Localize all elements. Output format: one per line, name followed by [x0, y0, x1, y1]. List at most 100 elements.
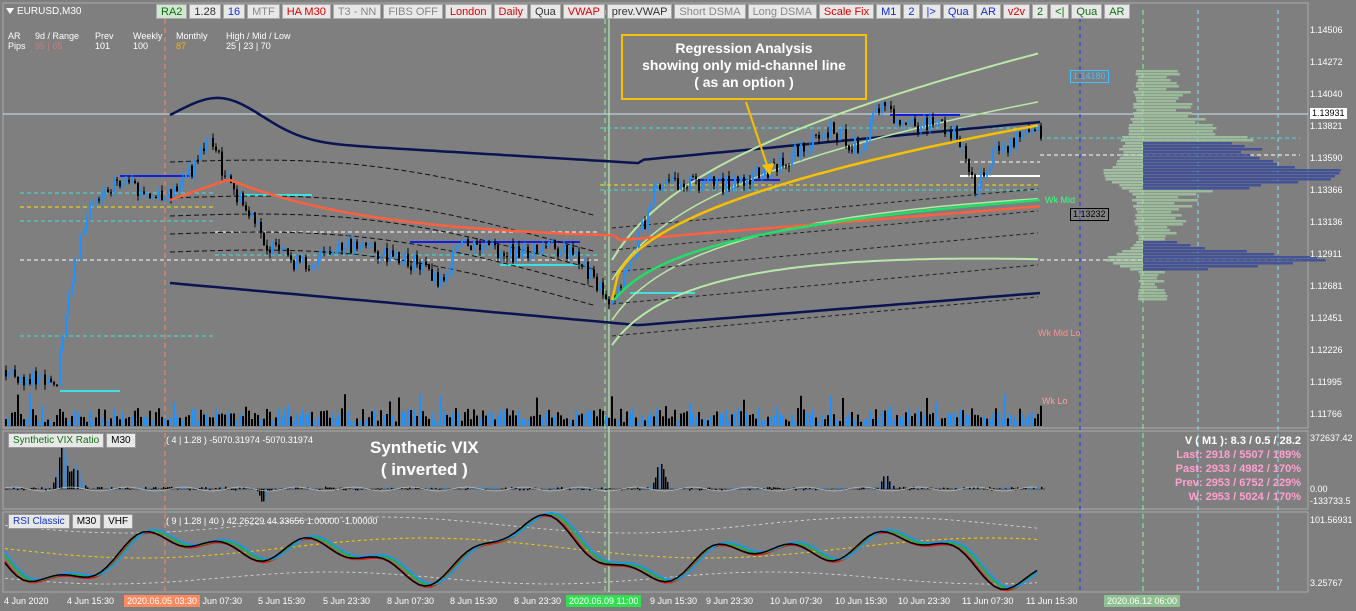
volume-bar — [644, 420, 646, 426]
vix-bar — [71, 471, 73, 489]
candle-body — [395, 252, 397, 257]
toolbar-button-3[interactable]: MTF — [247, 4, 280, 19]
profile-bar — [1143, 70, 1178, 73]
volume-bar — [272, 421, 274, 426]
profile-bar — [1143, 280, 1165, 283]
toolbar-button-2[interactable]: 16 — [222, 4, 246, 19]
volume-bar — [311, 411, 313, 426]
volume-bar — [839, 421, 841, 426]
toolbar-button-1[interactable]: 1.28 — [189, 4, 221, 19]
profile-bar-left — [1116, 253, 1143, 256]
toolbar-button-21[interactable]: 2 — [1032, 4, 1049, 19]
toolbar-button-13[interactable]: Long DSMA — [747, 4, 817, 19]
toolbar-button-7[interactable]: London — [444, 4, 492, 19]
toolbar-button-10[interactable]: VWAP — [562, 4, 605, 19]
candle-body — [80, 234, 82, 259]
candle-body — [722, 177, 724, 193]
volume-bar — [1004, 393, 1006, 426]
vix-bar — [863, 487, 865, 489]
toolbar-button-18[interactable]: Qua — [942, 4, 974, 19]
toolbar-button-0[interactable]: RA2 — [156, 4, 188, 19]
vix-bar — [87, 487, 89, 489]
toolbar-button-11[interactable]: prev.VWAP — [606, 4, 673, 19]
profile-bar-left — [1138, 238, 1143, 241]
candle-body — [146, 193, 148, 195]
toolbar-button-12[interactable]: Short DSMA — [674, 4, 746, 19]
volume-bar — [377, 420, 379, 426]
vix-bar — [325, 486, 327, 489]
vix-bar — [43, 487, 45, 489]
toolbar-button-15[interactable]: M1 — [876, 4, 902, 19]
candle-body — [263, 232, 265, 246]
volume-bar — [209, 417, 211, 426]
vix-bar — [17, 489, 19, 491]
profile-bar-left — [1130, 118, 1143, 121]
vix-bar — [879, 483, 881, 489]
volume-bar — [986, 418, 988, 426]
profile-bar — [1143, 226, 1168, 229]
vix-bar — [967, 489, 969, 491]
toolbar-button-6[interactable]: FIBS OFF — [383, 4, 443, 19]
vix-bar — [921, 488, 923, 489]
vix-indicator-name[interactable]: Synthetic VIX Ratio — [8, 433, 105, 448]
volume-bar — [395, 421, 397, 426]
profile-bar — [1143, 214, 1182, 217]
toolbar-button-4[interactable]: HA M30 — [281, 4, 331, 19]
toolbar-button-16[interactable]: 2 — [903, 4, 920, 19]
volume-bar — [641, 415, 643, 426]
volume-bar — [545, 412, 547, 426]
volume-bar — [776, 406, 778, 426]
vix-bar — [177, 489, 179, 490]
candle-body — [1022, 133, 1024, 138]
candle-body — [863, 146, 865, 151]
vix-bar — [215, 488, 217, 489]
stats-row1-cell-1: 9d / Range — [35, 31, 80, 41]
annotation-line-3: ( as an option ) — [694, 74, 794, 90]
toolbar-button-5[interactable]: T3 - NN — [332, 4, 382, 19]
toolbar-button-24[interactable]: AR — [1104, 4, 1130, 19]
vix-timeframe[interactable]: M30 — [106, 433, 136, 448]
candle-body — [254, 212, 256, 224]
toolbar-button-14[interactable]: Scale Fix — [818, 4, 875, 19]
volume-bar — [875, 409, 877, 426]
volume-bar — [908, 409, 910, 426]
candle-body — [377, 251, 379, 260]
volume-bar — [995, 408, 997, 426]
volume-bar — [959, 409, 961, 426]
profile-bar — [1143, 187, 1250, 190]
candle-body — [794, 145, 796, 158]
symbol-label: EURUSD,M30 — [6, 6, 81, 17]
toolbar-button-17[interactable]: |> — [921, 4, 941, 19]
toolbar-button-8[interactable]: Daily — [493, 4, 528, 19]
volume-bar — [275, 417, 277, 426]
toolbar-button-23[interactable]: Qua — [1071, 4, 1103, 19]
candle-body — [14, 369, 16, 377]
toolbar-button-22[interactable]: <| — [1050, 4, 1070, 19]
volume-bar — [107, 421, 109, 426]
vix-bar — [689, 489, 691, 491]
vix-bar — [865, 489, 867, 490]
vix-bar — [361, 489, 363, 490]
rsi-vhf[interactable]: VHF — [103, 514, 134, 529]
volume-bar — [83, 417, 85, 426]
toolbar-button-9[interactable]: Qua — [530, 4, 561, 19]
indicator-toolbar: RA2 1.28 16 MTF HA M30 T3 - NN FIBS OFF London D… — [156, 4, 1130, 20]
profile-bar — [1143, 181, 1299, 184]
candle-body — [911, 118, 913, 121]
volume-bar — [191, 409, 193, 426]
candle-body — [116, 179, 118, 181]
volume-bar — [722, 414, 724, 426]
volume-bar — [890, 405, 892, 426]
vix-bar — [953, 487, 955, 489]
vix-bar — [983, 489, 985, 490]
profile-bar — [1143, 283, 1155, 286]
toolbar-button-19[interactable]: AR — [975, 4, 1001, 19]
rsi-indicator-name[interactable]: RSI Classic — [8, 514, 70, 529]
candle-body — [278, 244, 280, 251]
vix-bar — [903, 486, 905, 489]
toolbar-button-20[interactable]: v2v — [1002, 4, 1031, 19]
volume-bar — [971, 408, 973, 426]
band-left-4 — [169, 249, 597, 307]
candle-body — [29, 379, 31, 384]
rsi-timeframe[interactable]: M30 — [71, 514, 102, 529]
